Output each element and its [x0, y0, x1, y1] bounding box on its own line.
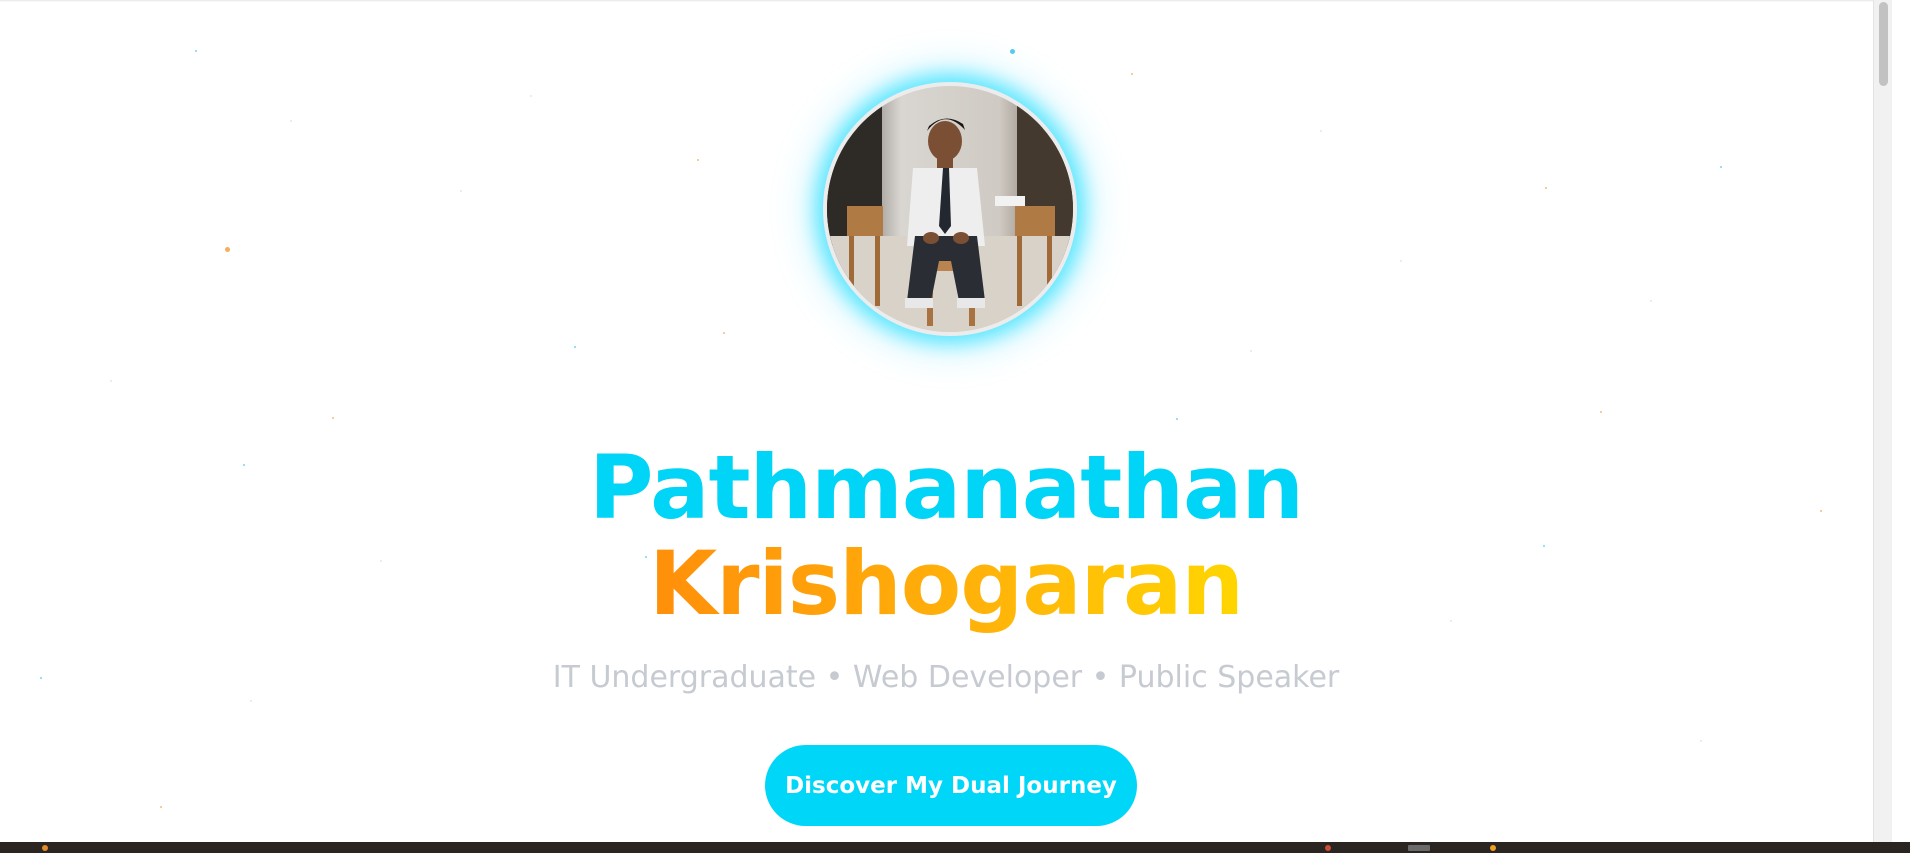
particle	[290, 120, 292, 122]
particle	[1320, 130, 1322, 132]
taskbar-strip	[0, 842, 1910, 853]
particle	[530, 95, 532, 97]
page-viewport: Pathmanathan Krishogaran IT Undergraduat…	[0, 0, 1892, 842]
top-edge-shadow	[0, 0, 1892, 2]
particle	[1131, 73, 1133, 75]
page-scrollbar[interactable]	[1873, 0, 1892, 842]
taskbar-app-icon[interactable]	[42, 845, 48, 851]
particle	[160, 806, 162, 808]
hero-tagline: IT Undergraduate • Web Developer • Publi…	[552, 660, 1340, 695]
taskbar-app-icon[interactable]	[1325, 845, 1331, 851]
hero-last-name-text: Krishogaran	[648, 532, 1244, 635]
profile-photo-icon	[827, 86, 1073, 332]
discover-journey-button[interactable]: Discover My Dual Journey	[765, 745, 1137, 826]
particle	[460, 190, 462, 192]
hero-first-name: Pathmanathan	[588, 436, 1304, 539]
particle	[1650, 300, 1652, 302]
particle	[1400, 260, 1402, 262]
particle	[195, 50, 197, 52]
particle	[1010, 49, 1015, 54]
particle	[332, 417, 334, 419]
particle	[1176, 418, 1178, 420]
particle	[697, 159, 699, 161]
particle	[1250, 350, 1252, 352]
taskbar-app-icon[interactable]	[1490, 845, 1496, 851]
profile-photo	[823, 82, 1077, 336]
hero-last-name: Krishogaran	[0, 534, 1892, 634]
scrollbar-thumb[interactable]	[1879, 2, 1888, 86]
particle	[1720, 166, 1722, 168]
particle	[1545, 187, 1547, 189]
taskbar-app-icon[interactable]	[1408, 845, 1430, 851]
particle	[1600, 411, 1602, 413]
particle	[574, 346, 576, 348]
particle	[250, 700, 252, 702]
particle	[225, 247, 230, 252]
particle	[1700, 740, 1702, 742]
particle	[110, 380, 112, 382]
particle	[723, 332, 725, 334]
